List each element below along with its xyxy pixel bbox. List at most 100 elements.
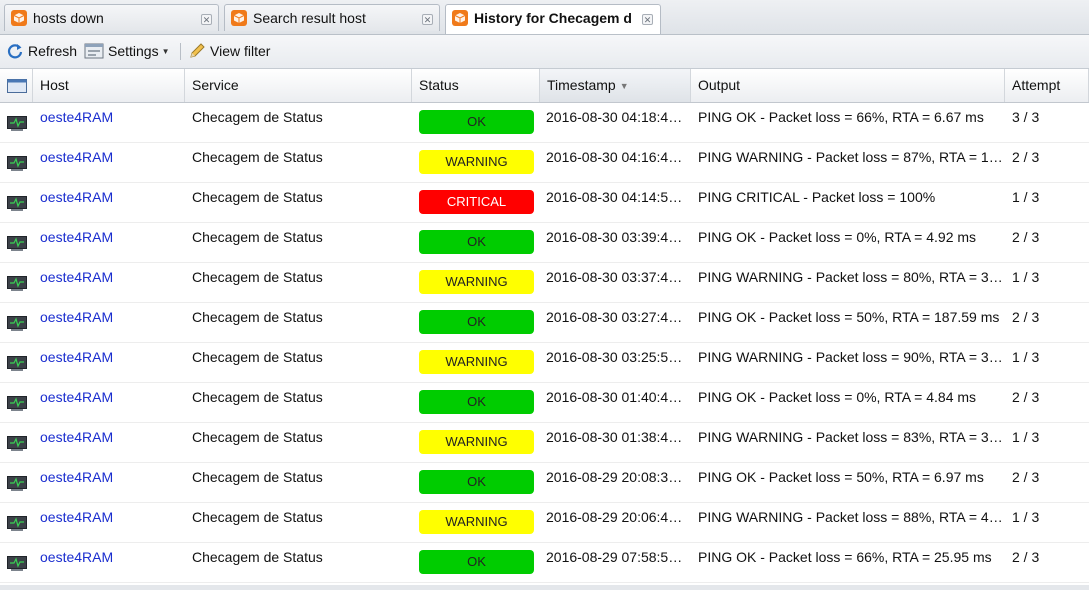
output-cell: PING WARNING - Packet loss = 87%, RTA = … <box>698 149 1003 165</box>
attempt-cell: 2 / 3 <box>1012 389 1040 405</box>
host-link[interactable]: oeste4RAM <box>40 463 180 502</box>
refresh-icon <box>7 44 23 59</box>
column-header-attempt[interactable]: Attempt <box>1005 69 1089 102</box>
host-link[interactable]: oeste4RAM <box>40 103 180 142</box>
attempt-cell: 1 / 3 <box>1012 269 1040 285</box>
table-row[interactable]: oeste4RAM Checagem de Status WARNING 2016-0… <box>0 423 1089 463</box>
host-link[interactable]: oeste4RAM <box>40 423 180 462</box>
service-name: Checagem de Status <box>192 309 323 325</box>
package-icon <box>452 10 468 26</box>
attempt-cell: 1 / 3 <box>1012 189 1040 205</box>
timestamp-cell: 2016-08-30 01:38:4… <box>546 429 683 445</box>
select-all-column[interactable] <box>0 69 33 102</box>
refresh-button[interactable]: Refresh <box>6 41 77 61</box>
timestamp-cell: 2016-08-30 03:27:4… <box>546 309 683 325</box>
tab-label: Search result host <box>253 10 366 26</box>
attempt-cell: 1 / 3 <box>1012 349 1040 365</box>
timestamp-cell: 2016-08-29 20:06:4… <box>546 509 683 525</box>
service-monitor-icon <box>7 356 27 371</box>
grid-header: Host Service Status Timestamp ▼ Output At… <box>0 69 1089 103</box>
close-icon[interactable]: ✕ <box>642 14 653 25</box>
service-monitor-icon <box>7 236 27 251</box>
output-cell: PING WARNING - Packet loss = 90%, RTA = … <box>698 349 1003 365</box>
host-link[interactable]: oeste4RAM <box>40 503 180 542</box>
pencil-icon <box>190 43 205 58</box>
timestamp-cell: 2016-08-30 03:25:5… <box>546 349 683 365</box>
attempt-cell: 2 / 3 <box>1012 309 1040 325</box>
tab-label: History for Checagem de <box>474 10 632 26</box>
host-link[interactable]: oeste4RAM <box>40 383 180 422</box>
column-header-status[interactable]: Status <box>412 69 540 102</box>
table-row[interactable]: oeste4RAM Checagem de Status WARNING 2016-0… <box>0 503 1089 543</box>
status-badge: OK <box>419 230 534 254</box>
table-row[interactable]: oeste4RAM Checagem de Status OK 2016-08-30 … <box>0 223 1089 263</box>
service-name: Checagem de Status <box>192 269 323 285</box>
status-badge: OK <box>419 310 534 334</box>
attempt-cell: 2 / 3 <box>1012 229 1040 245</box>
tab-search-result-host[interactable]: Search result host ✕ <box>224 4 440 31</box>
grid-bottom-border <box>0 585 1089 590</box>
table-row[interactable]: oeste4RAM Checagem de Status WARNING 2016-0… <box>0 263 1089 303</box>
chevron-down-icon: ▼ <box>161 46 170 56</box>
package-icon <box>11 10 27 26</box>
status-badge: OK <box>419 550 534 574</box>
column-header-service[interactable]: Service <box>185 69 412 102</box>
host-link[interactable]: oeste4RAM <box>40 543 180 582</box>
output-cell: PING OK - Packet loss = 66%, RTA = 6.67 … <box>698 109 984 125</box>
status-badge: OK <box>419 470 534 494</box>
column-header-output[interactable]: Output <box>691 69 1005 102</box>
status-badge: WARNING <box>419 350 534 374</box>
view-filter-button[interactable]: View filter <box>188 41 270 61</box>
host-link[interactable]: oeste4RAM <box>40 143 180 182</box>
attempt-cell: 2 / 3 <box>1012 149 1040 165</box>
host-link[interactable]: oeste4RAM <box>40 303 180 342</box>
settings-icon <box>84 43 104 59</box>
close-icon[interactable]: ✕ <box>422 14 433 25</box>
service-monitor-icon <box>7 436 27 451</box>
attempt-cell: 3 / 3 <box>1012 109 1040 125</box>
service-monitor-icon <box>7 556 27 571</box>
host-link[interactable]: oeste4RAM <box>40 183 180 222</box>
table-row[interactable]: oeste4RAM Checagem de Status CRITICAL 2016-… <box>0 183 1089 223</box>
service-name: Checagem de Status <box>192 429 323 445</box>
table-row[interactable]: oeste4RAM Checagem de Status OK 2016-08-29 … <box>0 543 1089 583</box>
table-row[interactable]: oeste4RAM Checagem de Status OK 2016-08-30 … <box>0 303 1089 343</box>
service-name: Checagem de Status <box>192 109 323 125</box>
timestamp-cell: 2016-08-30 04:14:5… <box>546 189 683 205</box>
tab-hosts-down[interactable]: hosts down ✕ <box>4 4 219 31</box>
timestamp-cell: 2016-08-29 20:08:3… <box>546 469 683 485</box>
timestamp-cell: 2016-08-30 03:39:4… <box>546 229 683 245</box>
close-icon[interactable]: ✕ <box>201 14 212 25</box>
attempt-cell: 1 / 3 <box>1012 429 1040 445</box>
attempt-cell: 2 / 3 <box>1012 469 1040 485</box>
host-link[interactable]: oeste4RAM <box>40 343 180 382</box>
timestamp-cell: 2016-08-30 04:18:4… <box>546 109 683 125</box>
output-cell: PING OK - Packet loss = 0%, RTA = 4.92 m… <box>698 229 977 245</box>
toolbar: Refresh Settings ▼ View filter <box>0 35 1089 69</box>
table-row[interactable]: oeste4RAM Checagem de Status WARNING 2016-0… <box>0 143 1089 183</box>
service-name: Checagem de Status <box>192 469 323 485</box>
status-badge: WARNING <box>419 510 534 534</box>
table-row[interactable]: oeste4RAM Checagem de Status OK 2016-08-30 … <box>0 103 1089 143</box>
service-monitor-icon <box>7 196 27 211</box>
status-badge: OK <box>419 390 534 414</box>
table-row[interactable]: oeste4RAM Checagem de Status OK 2016-08-29 … <box>0 463 1089 503</box>
table-row[interactable]: oeste4RAM Checagem de Status WARNING 2016-0… <box>0 343 1089 383</box>
settings-button[interactable]: Settings ▼ <box>84 41 170 61</box>
output-cell: PING OK - Packet loss = 0%, RTA = 4.84 m… <box>698 389 977 405</box>
host-link[interactable]: oeste4RAM <box>40 263 180 302</box>
timestamp-cell: 2016-08-30 04:16:4… <box>546 149 683 165</box>
timestamp-cell: 2016-08-30 03:37:4… <box>546 269 683 285</box>
column-header-host[interactable]: Host <box>33 69 185 102</box>
toolbar-divider <box>180 43 181 60</box>
output-cell: PING WARNING - Packet loss = 80%, RTA = … <box>698 269 1003 285</box>
table-row[interactable]: oeste4RAM Checagem de Status OK 2016-08-30 … <box>0 383 1089 423</box>
service-monitor-icon <box>7 316 27 331</box>
status-badge: OK <box>419 110 534 134</box>
attempt-cell: 2 / 3 <box>1012 549 1040 565</box>
column-header-timestamp[interactable]: Timestamp ▼ <box>540 69 691 102</box>
tab-bar: hosts down ✕ Search result host ✕ Histor… <box>0 0 1089 35</box>
tab-history[interactable]: History for Checagem de ✕ <box>445 4 661 34</box>
host-link[interactable]: oeste4RAM <box>40 223 180 262</box>
service-monitor-icon <box>7 156 27 171</box>
